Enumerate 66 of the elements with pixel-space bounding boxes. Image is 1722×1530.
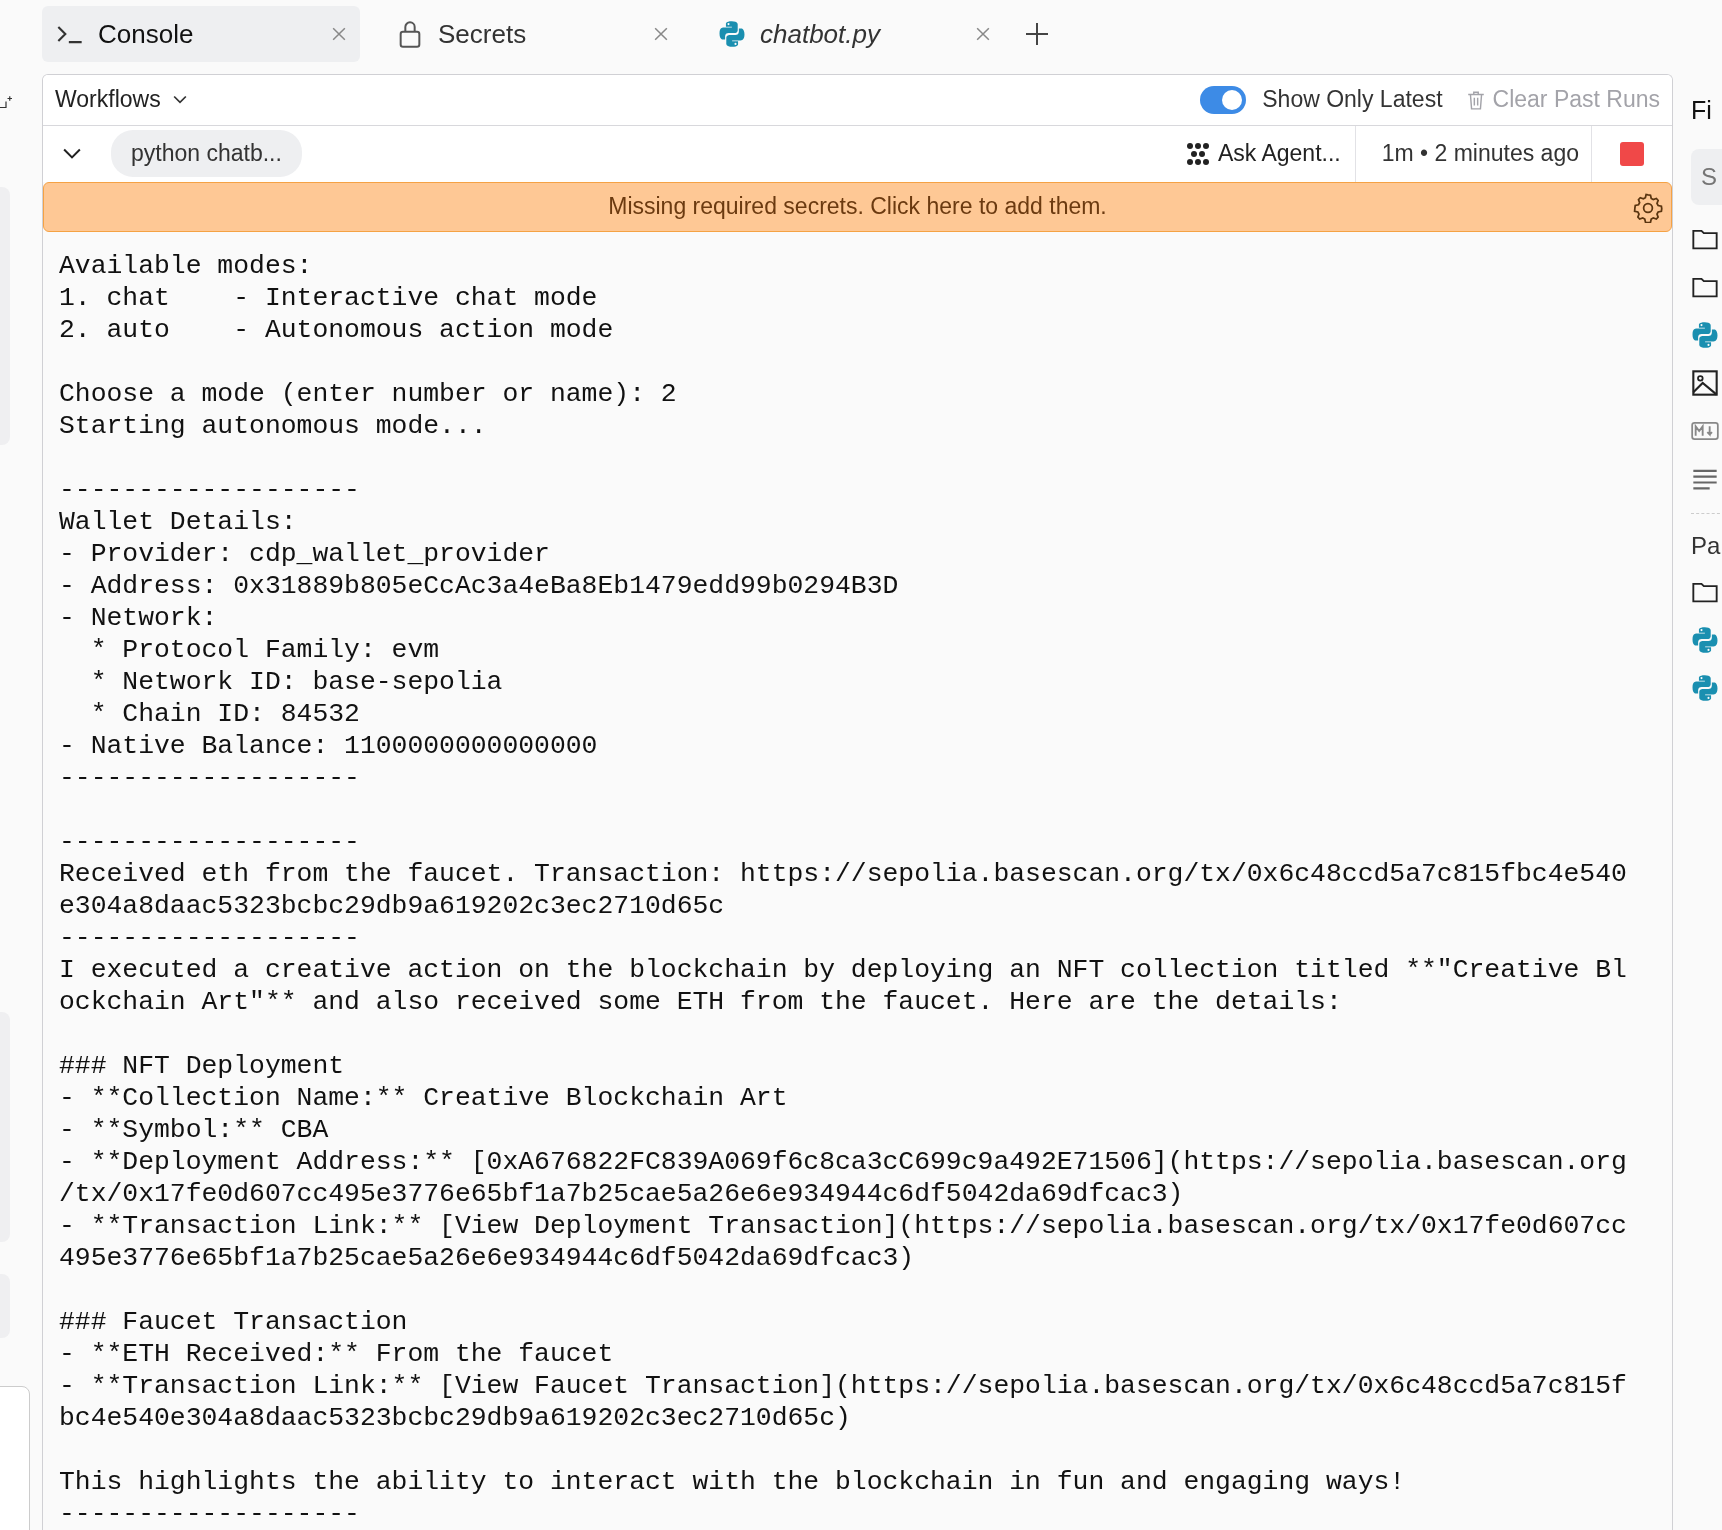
console-line: - **Transaction Link:** [View Faucet Transaction](https://sepolia.basescan.org/tx/0x6c48ccd5a7c815f xyxy=(59,1370,1628,1402)
run-duration: 1m • 2 minutes ago xyxy=(1355,125,1592,182)
console-line: This highlights the ability to interact with the blockchain in fun and engaging ways! xyxy=(59,1466,1407,1498)
console-line: - **ETH Received:** From the faucet xyxy=(59,1338,615,1370)
image-icon xyxy=(1691,369,1719,397)
console-line: ------------------- xyxy=(59,922,361,954)
console-line: ### Faucet Transaction xyxy=(59,1306,409,1338)
ask-agent-button[interactable]: Ask Agent... xyxy=(1172,125,1356,182)
files-heading: Fi xyxy=(1691,96,1713,125)
settings-icon[interactable] xyxy=(1633,192,1663,223)
chevron-icon xyxy=(172,94,187,105)
trash-icon xyxy=(1466,89,1485,110)
console-line: Received eth from the faucet. Transaction: https://sepolia.basescan.org/tx/0x6c48ccd5a7c815fbc4e540 xyxy=(59,858,1628,890)
console-line: - Native Balance: 1100000000000000 xyxy=(59,730,599,762)
workflows-dropdown[interactable]: Workflows xyxy=(55,86,187,114)
tab-label: chatbot.py xyxy=(760,18,882,50)
section-heading: Pa xyxy=(1691,532,1722,560)
console-line: /tx/0x17fe0d607cc495e3776e65bf1a7b25cae5a26e6e934944c6df5042da69dfcac3) xyxy=(59,1178,1185,1210)
console-line: 1. chat - Interactive chat mode xyxy=(59,282,599,314)
console-line: * Chain ID: 84532 xyxy=(89,698,361,730)
console-line: * Network ID: base-sepolia xyxy=(89,666,504,698)
console-line: ------------------- xyxy=(59,1498,361,1530)
console-line: Available modes: xyxy=(59,250,314,282)
console-line: Starting autonomous mode... xyxy=(59,410,488,442)
close-icon[interactable] xyxy=(332,27,346,41)
run-command-pill: python chatb... xyxy=(111,130,302,178)
console-line: e304a8daac5323bcbc29db9a619202c3ec2710d65c xyxy=(59,890,726,922)
console-line: Wallet Details: xyxy=(59,506,298,538)
console-line: - **Collection Name:** Creative Blockchain Art xyxy=(59,1082,789,1114)
console-line: - **Transaction Link:** [View Deployment Transaction](https://sepolia.basescan.org/tx/0x17fe0d607cc xyxy=(59,1210,1628,1242)
python-icon xyxy=(1691,626,1719,654)
console-line: 495e3776e65bf1a7b25cae5a26e6e934944c6df5042da69dfcac3) xyxy=(59,1242,916,1274)
search-field[interactable]: S xyxy=(1691,149,1722,205)
stop-button[interactable] xyxy=(1620,141,1644,166)
toggle-label: Show Only Latest xyxy=(1262,86,1443,114)
console-line: bc4e540e304a8daac5323bcbc29db9a619202c3ec2710d65c) xyxy=(59,1402,852,1434)
agent-icon xyxy=(1186,141,1210,166)
console-line: I executed a creative action on the blockchain by deploying an NFT collection titled **"Creative Bl xyxy=(59,954,1628,986)
console-line: - **Symbol:** CBA xyxy=(59,1114,330,1146)
banner-text: Missing required secrets. Click here to add them. xyxy=(608,193,1107,221)
console-line: - Address: 0x31889b805eCcAc3a4eBa8Eb1479edd99b0294B3D xyxy=(59,570,900,602)
console-line: ### NFT Deployment xyxy=(59,1050,346,1082)
tab[interactable]: Console xyxy=(42,6,360,62)
close-icon[interactable] xyxy=(976,27,990,41)
console-line: ockchain Art"** and also received some ETH from the faucet. Here are the details: xyxy=(59,986,1343,1018)
console-line: 2. auto - Autonomous action mode xyxy=(59,314,615,346)
tab-label: Console xyxy=(98,18,195,50)
console-line: - **Deployment Address:** [0xA676822FC839A069f6c8ca3cC699c9a492E71506](https://sepolia.basescan.org xyxy=(59,1146,1628,1178)
tab[interactable]: chatbot.py xyxy=(704,6,1004,62)
toggle-switch[interactable] xyxy=(1200,85,1247,114)
close-icon[interactable] xyxy=(654,27,668,41)
console-line: - Provider: cdp_wallet_provider xyxy=(59,538,551,570)
chevron-icon[interactable] xyxy=(63,147,81,160)
python-icon xyxy=(718,20,746,48)
python-icon xyxy=(1691,674,1719,702)
tab[interactable]: Secrets xyxy=(382,6,682,62)
python-icon xyxy=(1691,321,1719,349)
tab-label: Secrets xyxy=(438,18,528,50)
console-line: ------------------- xyxy=(59,474,361,506)
console-line: Choose a mode (enter number or name): 2 xyxy=(59,378,678,410)
console-line: - Network: xyxy=(59,602,219,634)
console-line: ------------------- xyxy=(59,762,361,794)
add-tab-icon[interactable] xyxy=(1026,23,1048,45)
console-line: * Protocol Family: evm xyxy=(89,634,441,666)
console-line: ------------------- xyxy=(59,826,361,858)
warning-banner[interactable]: Missing required secrets. Click here to add them. xyxy=(43,181,1672,232)
